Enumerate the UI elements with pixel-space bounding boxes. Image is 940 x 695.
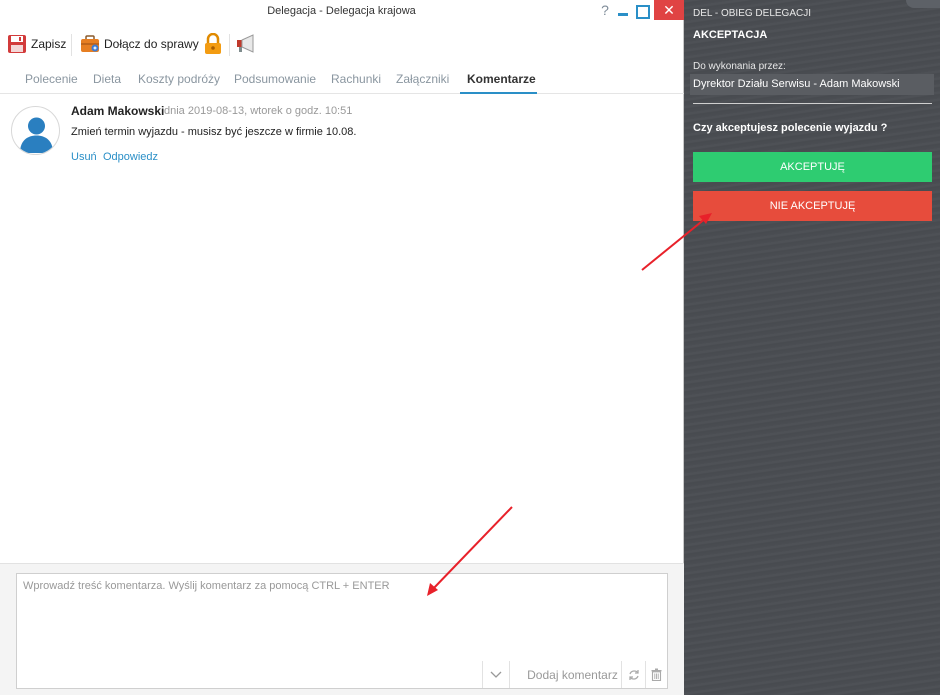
reject-button[interactable]: NIE AKCEPTUJĘ [693,191,932,221]
tab-rachunki[interactable]: Rachunki [331,72,381,86]
panel-corner-decoration [906,0,940,8]
delete-comment-link[interactable]: Usuń [71,151,97,163]
tab-koszty-podrozy[interactable]: Koszty podróży [138,72,220,86]
comment-input-placeholder: Wprowadź treść komentarza. Wyślij koment… [23,580,390,592]
minimize-button[interactable] [616,0,630,22]
comment-options-dropdown[interactable] [482,661,508,688]
comment-input-area: Wprowadź treść komentarza. Wyślij koment… [0,563,684,695]
user-silhouette-icon [20,117,53,153]
active-tab-indicator [460,92,537,94]
briefcase-icon [81,35,99,52]
reply-comment-link[interactable]: Odpowiedz [103,151,158,163]
announce-button[interactable] [236,32,258,56]
workflow-module-name: DEL - OBIEG DELEGACJI [693,8,811,19]
tab-zalaczniki[interactable]: Załączniki [396,72,449,86]
comment-input[interactable]: Wprowadź treść komentarza. Wyślij koment… [16,573,668,689]
floppy-disk-icon [8,35,26,53]
save-label: Zapisz [31,37,67,51]
accept-button[interactable]: AKCEPTUJĘ [693,152,932,182]
toolbar-separator [71,34,72,56]
assignee-value: Dyrektor Działu Serwisu - Adam Makowski [690,74,934,95]
help-button[interactable]: ? [598,0,612,22]
refresh-button[interactable] [621,661,645,688]
assignee-label: Do wykonania przez: [693,61,786,72]
title-bar: Delegacja - Delegacja krajowa ? ✕ [0,0,684,22]
tab-podsumowanie[interactable]: Podsumowanie [234,72,316,86]
padlock-icon [205,33,221,54]
close-button[interactable]: ✕ [654,0,684,20]
save-button[interactable]: Zapisz [7,32,66,56]
maximize-button[interactable] [634,0,650,22]
trash-icon [651,668,662,681]
comment-input-footer: Dodaj komentarz [17,661,667,688]
window-title: Delegacja - Delegacja krajowa [267,5,416,17]
tab-polecenie[interactable]: Polecenie [25,72,78,86]
workflow-panel: DEL - OBIEG DELEGACJI AKCEPTACJA Do wyko… [684,0,940,695]
comment-date: dnia 2019-08-13, wtorek o godz. 10:51 [164,105,353,117]
avatar [11,106,60,155]
attach-to-case-button[interactable]: Dołącz do sprawy [80,32,199,56]
comment-author: Adam Makowski [71,104,165,118]
workflow-step-title: AKCEPTACJA [693,29,768,41]
attach-label: Dołącz do sprawy [104,37,199,51]
acceptance-question: Czy akceptujesz polecenie wyjazdu ? [693,122,888,134]
tab-komentarze[interactable]: Komentarze [467,72,536,86]
tab-bar: Polecenie Dieta Koszty podróży Podsumowa… [0,66,684,94]
panel-divider [693,103,932,104]
chevron-down-icon [490,671,501,678]
toolbar-separator [229,34,230,56]
delegation-window: Delegacja - Delegacja krajowa ? ✕ Zapisz [0,0,684,695]
comment-text: Zmień termin wyjazdu - musisz być jeszcz… [71,126,357,138]
delete-button[interactable] [645,661,667,688]
refresh-icon [628,669,639,680]
tab-dieta[interactable]: Dieta [93,72,121,86]
lock-button[interactable] [204,32,222,56]
megaphone-icon [237,34,254,53]
comment-item: Adam Makowski dnia 2019-08-13, wtorek o … [0,96,684,176]
add-comment-button[interactable]: Dodaj komentarz [509,661,635,688]
toolbar: Zapisz Dołącz do sprawy [0,22,683,64]
